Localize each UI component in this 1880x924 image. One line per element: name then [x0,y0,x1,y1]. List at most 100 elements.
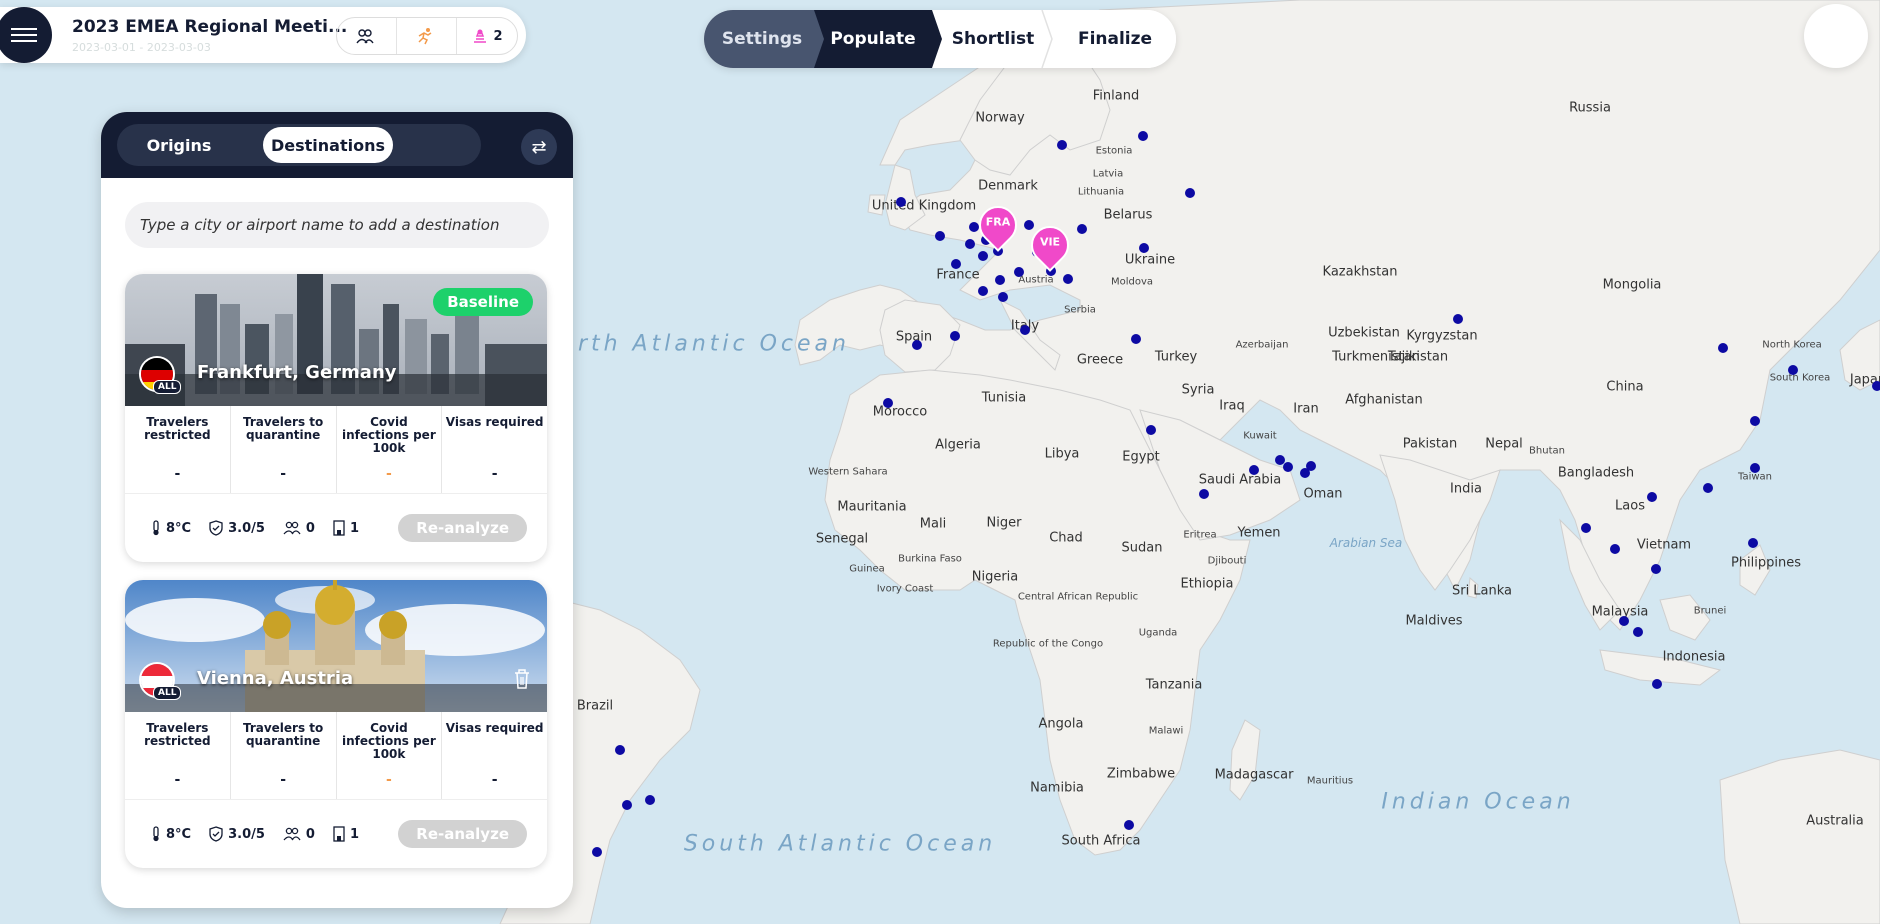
hotel-count: 1 [333,520,359,536]
map-label: Senegal [815,531,869,547]
airport-dot[interactable] [1124,820,1134,830]
airport-dot[interactable] [1788,365,1798,375]
map-label: Australia [1806,813,1864,829]
thermometer-icon [153,826,159,842]
airport-dot[interactable] [978,251,988,261]
reanalyze-button[interactable]: Re-analyze [398,514,527,542]
map-label: South Korea [1769,372,1831,384]
city-name: Frankfurt, Germany [197,362,397,383]
map-label: Laos [1615,498,1645,514]
pin-label-fra: FRA [985,215,1011,229]
airport-dot[interactable] [935,231,945,241]
airport-dot[interactable] [1185,188,1195,198]
map-label: Syria [1181,382,1215,398]
airport-dot[interactable] [950,331,960,341]
airport-dot[interactable] [615,745,625,755]
map-label: Tanzania [1145,677,1203,693]
map-label: Vietnam [1636,537,1692,553]
avatar[interactable] [1804,4,1868,68]
airport-dot[interactable] [1146,425,1156,435]
map-label: Algeria [935,437,981,453]
travelers-chip[interactable] [337,18,397,54]
airport-dot[interactable] [1077,224,1087,234]
airport-dot[interactable] [1750,416,1760,426]
airport-dot[interactable] [1249,465,1259,475]
airport-dot[interactable] [1872,381,1880,391]
destination-search-input[interactable] [125,202,549,248]
airport-dot[interactable] [1750,463,1760,473]
destination-card-frankfurt[interactable]: Baseline ALL Frankfurt, Germany Traveler… [125,274,547,562]
airport-dot[interactable] [1647,492,1657,502]
map-label: Kyrgyzstan [1406,328,1478,344]
menu-button[interactable] [0,7,52,63]
airport-dot[interactable] [883,398,893,408]
airport-dot[interactable] [1014,267,1024,277]
safety-score: 3.0/5 [209,826,265,842]
airport-dot[interactable] [1138,131,1148,141]
stat-value: - [280,772,287,788]
map-label: Mali [919,516,947,532]
step-populate[interactable]: Populate [814,10,942,68]
tab-destinations[interactable]: Destinations [263,127,393,163]
step-label: Finalize [1077,29,1153,49]
airport-dot[interactable] [1453,314,1463,324]
trip-title[interactable]: 2023 EMEA Regional Meeti... [72,17,347,37]
airport-dot[interactable] [1199,489,1209,499]
stat-label: Travelers to quarantine [242,415,324,442]
activity-chip[interactable] [397,18,457,54]
tab-origins[interactable]: Origins [117,127,241,163]
airport-dot[interactable] [1581,523,1591,533]
airport-dot[interactable] [998,292,1008,302]
airport-dot[interactable] [1718,343,1728,353]
airport-dot[interactable] [1652,679,1662,689]
airport-dot[interactable] [1131,334,1141,344]
baseline-badge: Baseline [433,288,533,316]
step-settings[interactable]: Settings [704,10,824,68]
destinations-chip[interactable]: 2 [457,18,517,54]
reanalyze-button[interactable]: Re-analyze [398,820,527,848]
airport-dot[interactable] [1139,243,1149,253]
airport-dot[interactable] [896,197,906,207]
airport-dot[interactable] [1633,627,1643,637]
travelers-icon [283,827,301,841]
city-image-frankfurt: Baseline ALL Frankfurt, Germany [125,274,547,406]
trash-icon[interactable] [513,668,531,690]
airport-dot[interactable] [951,259,961,269]
airport-dot[interactable] [1020,325,1030,335]
airport-dot[interactable] [995,275,1005,285]
city-image-vienna: ALL Vienna, Austria [125,580,547,712]
airport-dot[interactable] [1283,462,1293,472]
airport-dot[interactable] [978,286,988,296]
stat-travelers-quarantine: Travelers to quarantine - [231,406,337,493]
destination-card-vienna[interactable]: ALL Vienna, Austria Travelers restricted… [125,580,547,868]
airport-dot[interactable] [1306,461,1316,471]
map-label: Uzbekistan [1328,325,1400,341]
map-label: Eritrea [1183,529,1217,541]
airport-dot[interactable] [1651,564,1661,574]
airport-dot[interactable] [1619,616,1629,626]
airport-dot[interactable] [1610,544,1620,554]
step-finalize[interactable]: Finalize [1054,10,1176,68]
step-shortlist[interactable]: Shortlist [932,10,1054,68]
destinations-panel: Origins Destinations ⇄ Type a city or ai… [101,112,573,908]
swap-button[interactable]: ⇄ [521,129,557,165]
map-label: Russia [1569,100,1611,116]
stat-label: Covid infections per 100k [342,415,436,455]
airport-dot[interactable] [622,800,632,810]
airport-dot[interactable] [1063,274,1073,284]
map-label: Tunisia [981,390,1027,406]
airport-dot[interactable] [965,239,975,249]
sea-label-arabian: Arabian Sea [1329,536,1403,550]
airport-dot[interactable] [1057,140,1067,150]
airport-dot[interactable] [592,847,602,857]
map-label: Finland [1092,88,1140,104]
airport-dot[interactable] [645,795,655,805]
airport-dot[interactable] [912,340,922,350]
shield-icon [209,826,223,842]
airport-dot[interactable] [1703,483,1713,493]
airport-dot[interactable] [1748,538,1758,548]
airport-dot[interactable] [969,222,979,232]
airport-dot[interactable] [1024,220,1034,230]
map-label: China [1606,379,1644,395]
stat-value: - [385,466,392,482]
